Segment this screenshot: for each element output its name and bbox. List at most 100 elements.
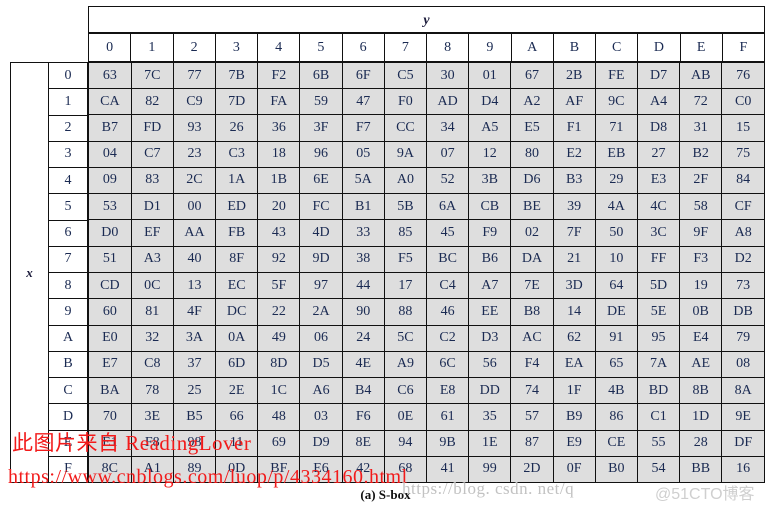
- sbox-cell: 50: [594, 219, 638, 247]
- sbox-cell: 86: [594, 403, 638, 431]
- table-row: CA 82 C9 7D FA 59 47 F0 AD D4 A2 AF 9C A4 72 C0: [89, 87, 764, 116]
- row-index-cell: 3: [49, 142, 87, 168]
- row-index-cell: 7: [49, 247, 87, 273]
- sbox-cell: 8E: [341, 429, 385, 457]
- sbox-cell: 52: [425, 166, 470, 195]
- sbox-cell: 13: [172, 271, 217, 300]
- sbox-cell: 3F: [299, 114, 343, 142]
- sbox-cell: B6: [468, 245, 512, 273]
- sbox-cell: 3C: [636, 219, 681, 247]
- sbox-cell: 68: [383, 455, 428, 482]
- sbox-cell: 72: [679, 87, 723, 116]
- sbox-cell: 73: [721, 271, 764, 300]
- figure-caption: (a) S-box: [360, 487, 411, 502]
- sbox-cell: CE: [594, 429, 638, 457]
- sbox-cell: 97: [299, 271, 343, 300]
- sbox-cell: B8: [510, 298, 554, 326]
- sbox-cell: 1B: [257, 166, 301, 195]
- sbox-cell: 15: [721, 114, 764, 142]
- sbox-cell: D5: [299, 350, 343, 379]
- sbox-cell: 95: [636, 324, 681, 352]
- sbox-cell: 25: [172, 377, 217, 405]
- sbox-cell: E5: [510, 114, 554, 142]
- sbox-cell: 0E: [383, 403, 428, 431]
- sbox-cell: 40: [172, 245, 217, 273]
- sbox-cell: F3: [679, 245, 723, 273]
- table-row: 8C A1 89 0D BF E6 42 68 41 99 2D 0F B0 54 BB 16: [89, 455, 764, 482]
- sbox-cell: 02: [510, 219, 554, 247]
- column-index-cell: 6: [343, 34, 385, 61]
- sbox-cell: 78: [130, 377, 174, 405]
- sbox-cell: 55: [636, 429, 681, 457]
- sbox-cell: 42: [341, 455, 385, 482]
- sbox-cell: AE: [679, 350, 723, 379]
- sbox-cell: CF: [721, 193, 764, 221]
- sbox-cell: B5: [172, 403, 217, 431]
- sbox-cell: 17: [383, 271, 428, 300]
- sbox-cell: E2: [552, 140, 596, 168]
- table-row: D0 EF AA FB 43 4D 33 85 45 F9 02 7F 50 3C 9F A8: [89, 219, 764, 247]
- sbox-cell: ED: [215, 193, 259, 221]
- sbox-cell: 1A: [215, 166, 259, 195]
- sbox-cell: EB: [594, 140, 638, 168]
- table-row: E1 F8 98 11 69 D9 8E 94 9B 1E 87 E9 CE 55 28 DF: [89, 429, 764, 457]
- sbox-cell: 62: [552, 324, 596, 352]
- sbox-cell: 98: [172, 429, 217, 457]
- sbox-cell: 96: [299, 140, 343, 168]
- sbox-cell: 38: [341, 245, 385, 273]
- sbox-cell: 01: [468, 63, 512, 89]
- sbox-cell: 48: [257, 403, 301, 431]
- sbox-cell: 61: [425, 403, 470, 431]
- sbox-cell: 3A: [172, 324, 217, 352]
- sbox-cell: 46: [425, 298, 470, 326]
- sbox-cell: 4A: [594, 193, 638, 221]
- sbox-cell: 00: [172, 193, 217, 221]
- sbox-cell: 7F: [552, 219, 596, 247]
- sbox-cell: 3B: [468, 166, 512, 195]
- sbox-cell: 9D: [299, 245, 343, 273]
- sbox-cell: 59: [299, 87, 343, 116]
- sbox-cell: 77: [172, 63, 217, 89]
- column-index-cell: D: [638, 34, 681, 61]
- column-index-cell: A: [512, 34, 554, 61]
- row-index-cell: D: [49, 404, 87, 431]
- sbox-cell: 32: [130, 324, 174, 352]
- sbox-cell: EF: [130, 219, 174, 247]
- sbox-cell: 87: [510, 429, 554, 457]
- sbox-cell: C6: [383, 377, 428, 405]
- sbox-cell: 6F: [341, 63, 385, 89]
- sbox-cell: 88: [383, 298, 428, 326]
- table-row: 70 3E B5 66 48 03 F6 0E 61 35 57 B9 86 C1 1D 9E: [89, 403, 764, 431]
- table-row: 60 81 4F DC 22 2A 90 88 46 EE B8 14 DE 5E 0B DB: [89, 298, 764, 326]
- column-index-cell: 0: [89, 34, 132, 61]
- sbox-cell: 74: [510, 377, 554, 405]
- sbox-cell: 4E: [341, 350, 385, 379]
- sbox-cell: BE: [510, 193, 554, 221]
- sbox-cell: B9: [552, 403, 596, 431]
- sbox-cell: DF: [721, 429, 764, 457]
- sbox-cell: 8B: [679, 377, 723, 405]
- sbox-cell: 06: [299, 324, 343, 352]
- sbox-cell: 0B: [679, 298, 723, 326]
- y-axis-label: y: [89, 7, 764, 34]
- x-axis-label: x: [11, 63, 49, 482]
- sbox-cell: D7: [636, 63, 681, 89]
- sbox-cell: D3: [468, 324, 512, 352]
- sbox-cell: 57: [510, 403, 554, 431]
- sbox-cell: 7A: [636, 350, 681, 379]
- column-index-cell: C: [596, 34, 639, 61]
- sbox-cell: 12: [468, 140, 512, 168]
- sbox-cell: 53: [89, 193, 132, 221]
- figure-container: y 0123456789ABCDEF x 0123456789ABCDEF 63…: [0, 0, 771, 510]
- sbox-cell: 1C: [257, 377, 301, 405]
- sbox-cell: 22: [257, 298, 301, 326]
- sbox-cell: 85: [383, 219, 428, 247]
- sbox-cell: 1F: [552, 377, 596, 405]
- sbox-cell: 4D: [299, 219, 343, 247]
- table-row: 09 83 2C 1A 1B 6E 5A A0 52 3B D6 B3 29 E3 2F 84: [89, 166, 764, 195]
- sbox-cell: 03: [299, 403, 343, 431]
- sbox-cell: E7: [89, 350, 132, 379]
- sbox-cell: 26: [215, 114, 259, 142]
- sbox-cell: 2A: [299, 298, 343, 326]
- row-index-cell: 4: [49, 168, 87, 195]
